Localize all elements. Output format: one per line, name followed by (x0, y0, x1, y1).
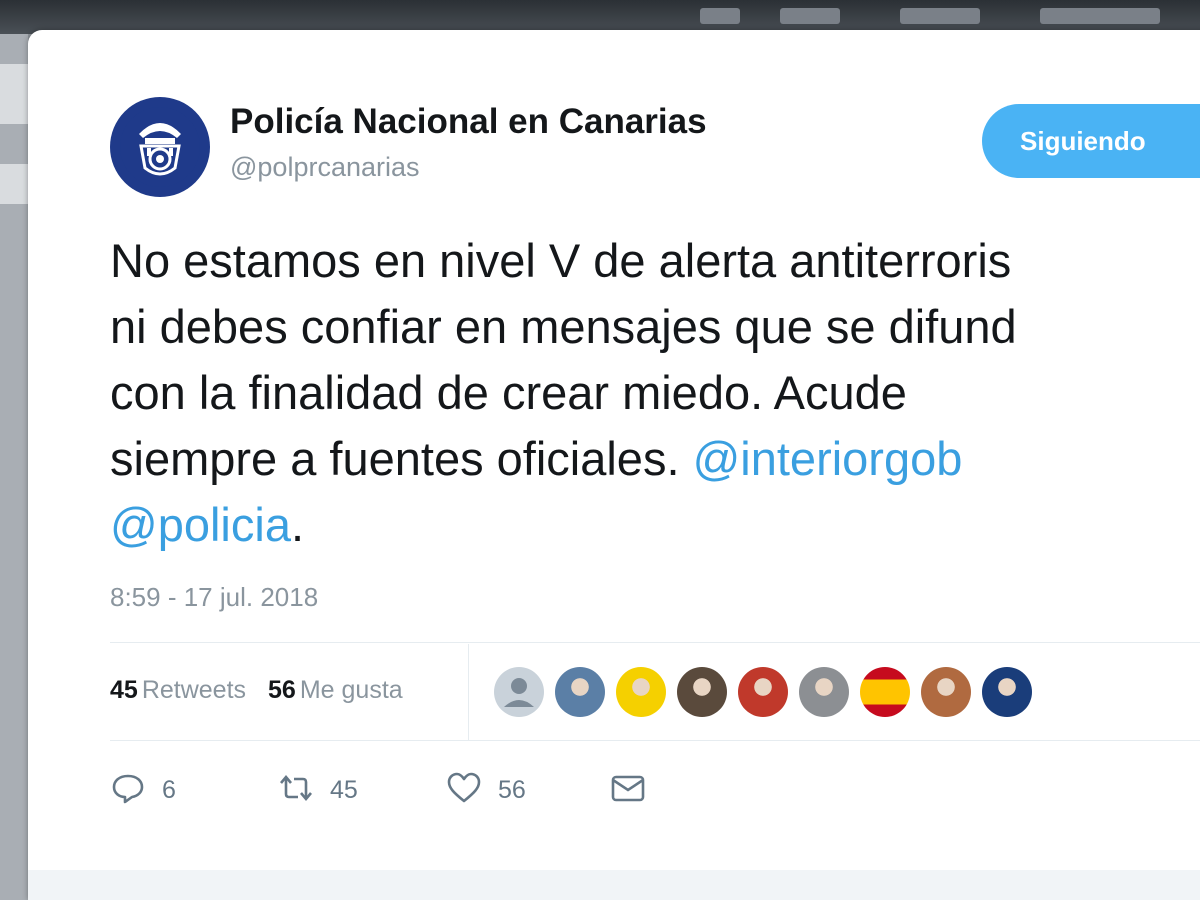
author-display-name[interactable]: Policía Nacional en Canarias (230, 102, 707, 142)
tweet-actions: 6 45 56 (110, 770, 646, 810)
background-window-bar (0, 0, 1200, 34)
tweet-text-punct: . (290, 498, 305, 551)
background-window-edge (0, 34, 28, 900)
heart-icon (446, 770, 482, 810)
mention-link[interactable]: @interiorgob (693, 432, 963, 485)
avatar-emblem (120, 107, 200, 187)
like-button[interactable]: 56 (446, 770, 610, 810)
reply-icon (110, 770, 146, 810)
user-avatar-icon[interactable] (921, 667, 971, 717)
retweet-count: 45 (330, 775, 358, 804)
divider (110, 740, 1200, 741)
retweet-icon (278, 770, 314, 810)
divider (110, 642, 1200, 643)
like-count: 56 (498, 775, 526, 804)
tweet-text-line: siempre a fuentes oficiales. @interiorgo… (110, 426, 1200, 492)
retweets-stat[interactable]: 45 Retweets (110, 676, 246, 704)
mention-link[interactable]: @policia (110, 498, 291, 551)
background-blur (1040, 8, 1160, 24)
tweet-text-line: No estamos en nivel V de alerta antiterr… (110, 234, 1012, 287)
background-blur (700, 8, 740, 24)
retweet-button[interactable]: 45 (278, 770, 446, 810)
background-blur (780, 8, 840, 24)
spain-flag-icon[interactable] (860, 667, 910, 717)
card-footer-band (28, 870, 1200, 900)
user-avatar-icon[interactable] (982, 667, 1032, 717)
heart-icon-svg (447, 772, 481, 803)
tweet-text-line: con la finalidad de crear miedo. Acude (110, 366, 907, 419)
reply-icon-svg (112, 774, 144, 804)
user-avatar-icon[interactable] (555, 667, 605, 717)
user-avatar-icon[interactable] (616, 667, 666, 717)
likes-stat[interactable]: 56 Me gusta (268, 676, 403, 704)
mail-icon-svg (611, 775, 645, 802)
background-blur (900, 8, 980, 24)
tweet-text-line: ni debes confiar en mensajes que se difu… (110, 300, 1017, 353)
direct-message-button[interactable] (610, 770, 646, 810)
engagement-stats: 45 Retweets 56 Me gusta (110, 676, 403, 705)
reply-count: 6 (162, 775, 176, 804)
tweet-timestamp[interactable]: 8:59 - 17 jul. 2018 (110, 582, 318, 613)
mail-icon (610, 770, 646, 810)
background-blur (0, 164, 28, 204)
tweet-card: Policía Nacional en Canarias @polprcanar… (28, 30, 1200, 900)
reply-button[interactable]: 6 (110, 770, 278, 810)
author-handle[interactable]: @polprcanarias (230, 152, 420, 183)
user-avatar-icon[interactable] (677, 667, 727, 717)
divider (468, 644, 469, 740)
likes-label: Me gusta (299, 676, 403, 704)
user-avatar-icon[interactable] (738, 667, 788, 717)
likes-count: 56 (268, 676, 296, 704)
retweets-count: 45 (110, 676, 138, 704)
following-button[interactable]: Siguiendo (982, 104, 1200, 178)
background-blur (0, 64, 28, 124)
tweet-text-line: @policia. (110, 492, 1200, 558)
tweet-text: No estamos en nivel V de alerta antiterr… (110, 228, 1200, 558)
retweet-icon-svg (280, 774, 312, 802)
default-profile-icon[interactable] (494, 667, 544, 717)
tweet-text-segment: siempre a fuentes oficiales. (110, 432, 693, 485)
liker-avatars (494, 667, 1032, 717)
user-avatar-icon[interactable] (799, 667, 849, 717)
retweets-label: Retweets (141, 676, 247, 704)
police-badge-icon[interactable] (110, 97, 210, 197)
